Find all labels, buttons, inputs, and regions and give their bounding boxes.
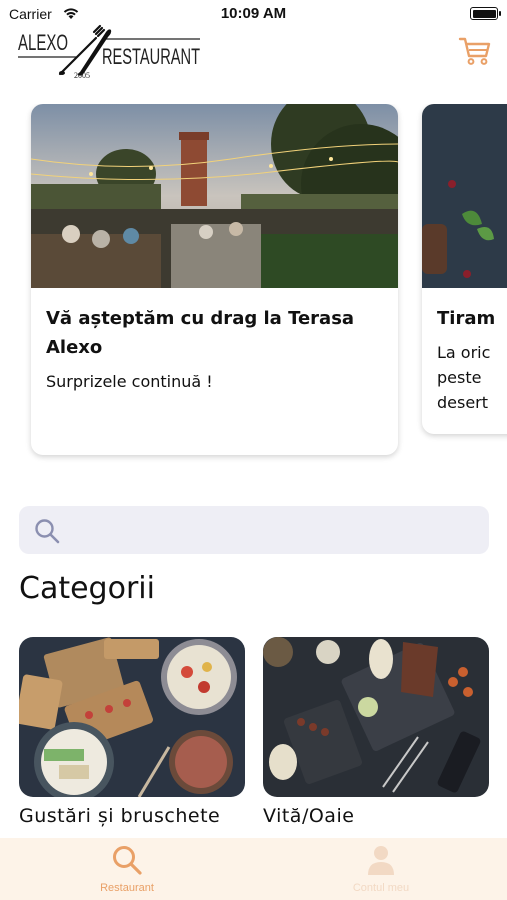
promo-title: Vă așteptăm cu drag la Terasa Alexo [46,308,355,358]
promo-subtitle: Surprizele continuă ! [46,372,213,391]
dessert-photo [422,104,507,288]
beef-lamb-photo [263,637,489,797]
promo-title: Tiram [437,308,496,329]
categories-heading: Categorii [19,571,155,606]
appetizers-photo [19,637,245,797]
category-label: Vită/Oaie [263,805,355,827]
tab-label: Contul meu [352,882,410,894]
tab-label: Restaurant [100,882,154,894]
category-card-beef-lamb[interactable]: Vită/Oaie [263,637,489,827]
search-bar[interactable] [19,506,489,554]
battery-icon [470,7,501,20]
cart-icon[interactable] [458,36,492,66]
category-card-appetizers[interactable]: Gustări și bruschete [19,637,245,827]
search-input[interactable] [71,514,471,546]
terrace-photo [31,104,398,288]
logo-year: 2005 [74,71,90,80]
promo-subtitle: La oric peste desert [437,343,491,412]
category-label: Gustări și bruschete [19,805,221,827]
user-icon [368,846,394,875]
tab-bar: Restaurant Contul meu [0,838,507,900]
search-icon [35,519,60,544]
promo-carousel[interactable]: Vă așteptăm cu drag la Terasa Alexo Surp… [0,104,507,464]
tab-restaurant[interactable]: Restaurant [0,838,254,900]
clock: 10:09 AM [220,5,287,22]
promo-card[interactable]: Vă așteptăm cu drag la Terasa Alexo Surp… [31,104,398,455]
promo-card[interactable]: Tiram La oric peste desert [422,104,507,434]
search-icon [113,846,142,875]
restaurant-logo: ALEXO RESTAURANT 2005 [18,24,200,80]
logo-word-left: ALEXO [18,30,68,55]
logo-word-right: RESTAURANT [102,44,200,69]
tab-account[interactable]: Contul meu [254,838,507,900]
